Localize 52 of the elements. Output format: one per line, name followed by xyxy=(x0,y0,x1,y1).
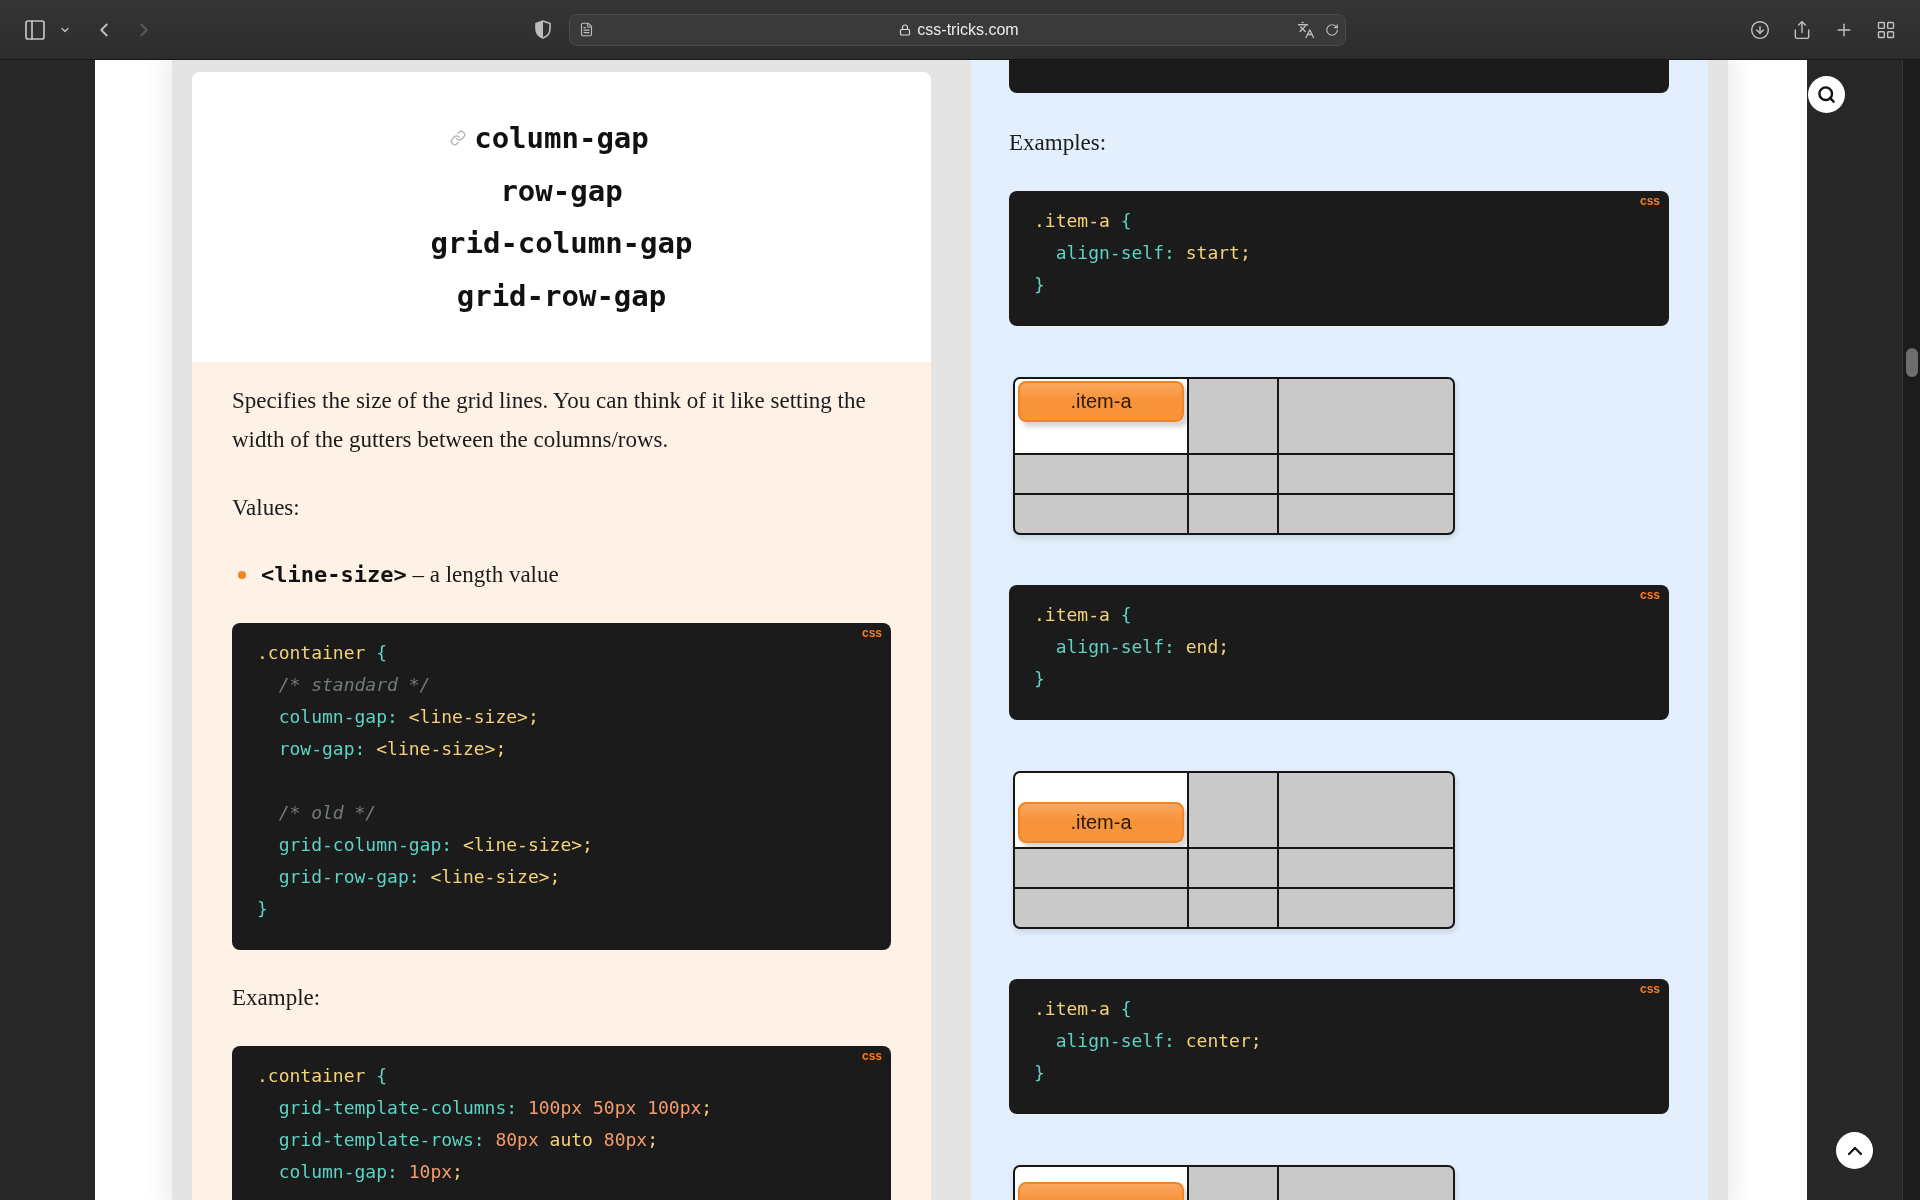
code-line: .item-a { xyxy=(1034,603,1132,627)
tab-overview-icon[interactable] xyxy=(1876,19,1896,40)
code-line: column-gap: 10px; xyxy=(278,1159,463,1184)
code-line: } xyxy=(257,896,268,921)
download-icon[interactable] xyxy=(1750,19,1770,40)
property-heading: column-gap xyxy=(474,120,649,157)
code-line: align-self: end; xyxy=(1055,635,1230,659)
code-line: } xyxy=(1034,667,1045,691)
paragraph-text: Specifies the size of the grid lines. You can think of it like setting the width of the gutters between the columns/rows. xyxy=(232,387,867,454)
code-line: grid-template-columns: 100px 50px 100px; xyxy=(278,1095,713,1120)
property-heading: grid-row-gap xyxy=(456,277,667,315)
grid-item: .item-a xyxy=(1018,801,1184,843)
property-heading: row-gap xyxy=(500,172,623,210)
code-line: row-gap: <line-size>; xyxy=(278,736,507,761)
language-label: css xyxy=(1639,982,1660,996)
code-line: /* old */ xyxy=(278,800,377,825)
search-button[interactable] xyxy=(1808,76,1845,113)
shield-icon[interactable] xyxy=(535,20,551,39)
document-icon[interactable] xyxy=(579,22,594,37)
code-line: } xyxy=(1034,1061,1045,1085)
language-label: css xyxy=(1639,194,1660,208)
code-line: align-self: start; xyxy=(1055,241,1251,265)
code-line: } xyxy=(1034,273,1045,297)
address-field[interactable]: css-tricks.com xyxy=(569,13,1346,46)
code-line: .container { xyxy=(257,1063,388,1088)
reload-icon[interactable] xyxy=(1325,22,1339,37)
paragraph-text: Values: xyxy=(232,493,301,522)
code-line: grid-column-gap: <line-size>; xyxy=(278,832,593,857)
search-icon xyxy=(1817,85,1836,104)
back-to-top-button[interactable] xyxy=(1836,1132,1873,1169)
language-label: css xyxy=(1639,588,1660,602)
scrollbar-thumb[interactable] xyxy=(1905,348,1918,377)
translate-icon[interactable] xyxy=(1297,20,1315,39)
code-line: grid-template-rows: 80px auto 80px; xyxy=(278,1127,658,1152)
language-label: css xyxy=(861,625,882,640)
grid-item: .item-a xyxy=(1018,380,1184,422)
code-line: .item-a { xyxy=(1034,997,1132,1021)
property-heading: grid-column-gap xyxy=(430,225,693,262)
lock-icon xyxy=(899,23,912,36)
language-label: css xyxy=(861,1048,882,1063)
paragraph-text: Example: xyxy=(232,984,322,1012)
share-icon[interactable] xyxy=(1792,19,1812,40)
code-line: /* standard */ xyxy=(278,672,431,697)
list-item-text: <line-size> – a length value xyxy=(261,561,559,589)
code-line: .container { xyxy=(257,640,388,665)
bullet-icon xyxy=(238,570,246,579)
paragraph-text: Examples: xyxy=(1009,128,1108,157)
sidebar-icon[interactable] xyxy=(23,17,47,42)
code-line: .item-a { xyxy=(1034,209,1132,233)
code-line: column-gap: <line-size>; xyxy=(278,704,539,729)
code-line: align-self: center; xyxy=(1055,1029,1262,1053)
code-line: grid-row-gap: <line-size>; xyxy=(278,864,561,889)
